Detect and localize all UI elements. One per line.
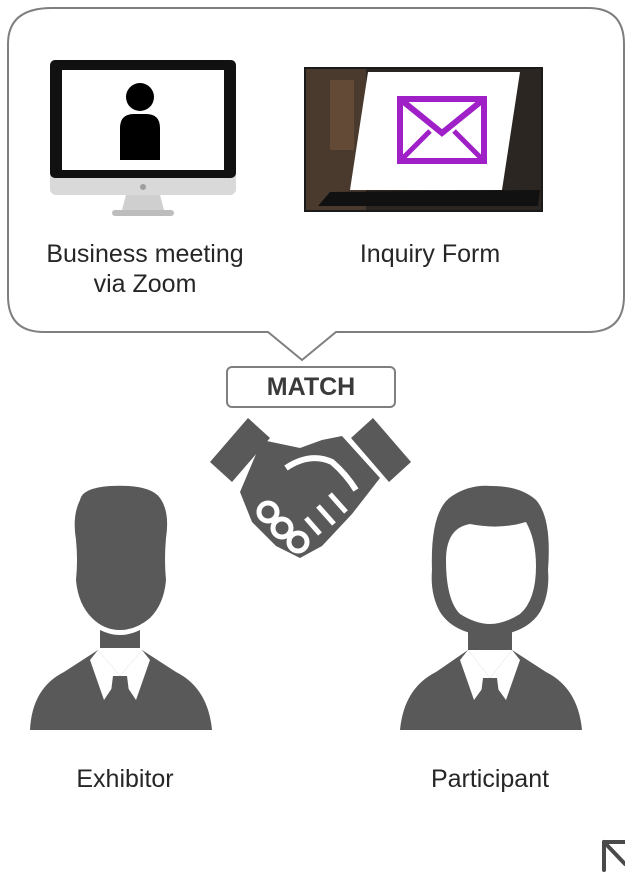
envelope-laptop-icon (304, 67, 543, 212)
match-badge: MATCH (226, 366, 396, 408)
exhibitor-label: Exhibitor (76, 765, 174, 793)
cursor-arrow-icon (602, 840, 625, 872)
participant-label: Participant (430, 765, 550, 793)
participant-figure-icon (400, 485, 582, 730)
inquiry-form-label: Inquiry Form (359, 240, 501, 268)
exhibitor-figure-icon (30, 485, 212, 730)
diagram-canvas (7, 7, 625, 872)
handshake-icon (210, 418, 411, 558)
zoom-meeting-label: Business meeting via Zoom (46, 240, 244, 298)
monitor-icon (50, 60, 236, 216)
